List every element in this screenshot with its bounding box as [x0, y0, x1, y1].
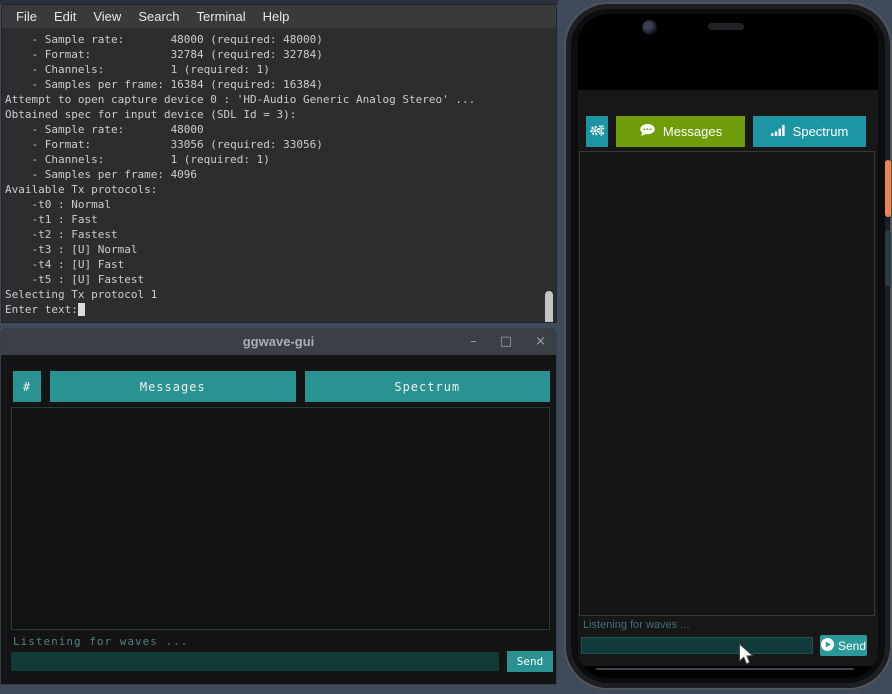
status-text: Listening for waves ...: [583, 619, 689, 631]
send-button[interactable]: Send: [507, 651, 553, 672]
menu-terminal[interactable]: Terminal: [197, 9, 246, 24]
terminal-prompt: Enter text:: [5, 302, 78, 317]
maximize-button[interactable]: □: [500, 334, 512, 349]
menu-edit[interactable]: Edit: [54, 9, 76, 24]
menu-search[interactable]: Search: [138, 9, 179, 24]
home-indicator: [596, 668, 854, 670]
terminal-text-cursor: [78, 303, 85, 316]
terminal-output: - Sample rate: 48000 (required: 48000) -…: [5, 32, 556, 302]
power-button[interactable]: [885, 160, 891, 217]
earpiece-speaker: [708, 23, 744, 30]
menu-help[interactable]: Help: [263, 9, 290, 24]
signal-bars-icon: [771, 124, 786, 139]
window-controls: – □ ×: [470, 328, 546, 355]
terminal-window: File Edit View Search Terminal Help - Sa…: [2, 5, 556, 322]
minimize-button[interactable]: –: [470, 334, 477, 349]
gears-icon: [589, 123, 605, 140]
phone-device: Messages Spectrum Listening for waves: [566, 4, 890, 688]
messages-panel: [11, 407, 550, 630]
terminal-scrollbar-thumb[interactable]: [545, 291, 553, 322]
tab-label: Messages: [663, 124, 722, 139]
send-label: Send: [838, 639, 866, 653]
desktop: File Edit View Search Terminal Help - Sa…: [0, 0, 892, 694]
close-button[interactable]: ×: [535, 334, 546, 349]
chat-bubble-icon: [639, 123, 656, 140]
tab-messages[interactable]: Messages: [616, 116, 745, 147]
front-camera: [642, 20, 657, 35]
send-button[interactable]: Send: [820, 635, 867, 656]
settings-hash-button[interactable]: #: [13, 371, 41, 402]
send-play-icon: [821, 638, 834, 654]
ggwave-titlebar[interactable]: ggwave-gui – □ ×: [1, 328, 556, 355]
tab-messages[interactable]: Messages: [50, 371, 296, 402]
settings-button[interactable]: [586, 116, 608, 147]
message-input[interactable]: [581, 637, 813, 654]
phone-ggwave-app: Messages Spectrum Listening for waves: [578, 90, 878, 666]
terminal-output-area[interactable]: - Sample rate: 48000 (required: 48000) -…: [2, 28, 556, 322]
mouse-cursor-icon: [738, 643, 757, 672]
messages-panel: [579, 151, 875, 616]
phone-screen: Messages Spectrum Listening for waves: [578, 14, 878, 678]
message-input[interactable]: [11, 652, 499, 671]
status-text: Listening for waves ...: [13, 635, 188, 648]
ggwave-toolbar: # Messages Spectrum: [13, 371, 550, 402]
menu-file[interactable]: File: [16, 9, 37, 24]
tab-label: Spectrum: [793, 124, 849, 139]
terminal-menubar: File Edit View Search Terminal Help: [2, 5, 556, 28]
volume-button[interactable]: [885, 230, 891, 286]
menu-view[interactable]: View: [93, 9, 121, 24]
ggwave-gui-window: ggwave-gui – □ × # Messages Spectrum Lis…: [0, 328, 557, 685]
tab-spectrum[interactable]: Spectrum: [753, 116, 866, 147]
tab-spectrum[interactable]: Spectrum: [305, 371, 551, 402]
window-title: ggwave-gui: [243, 334, 315, 349]
